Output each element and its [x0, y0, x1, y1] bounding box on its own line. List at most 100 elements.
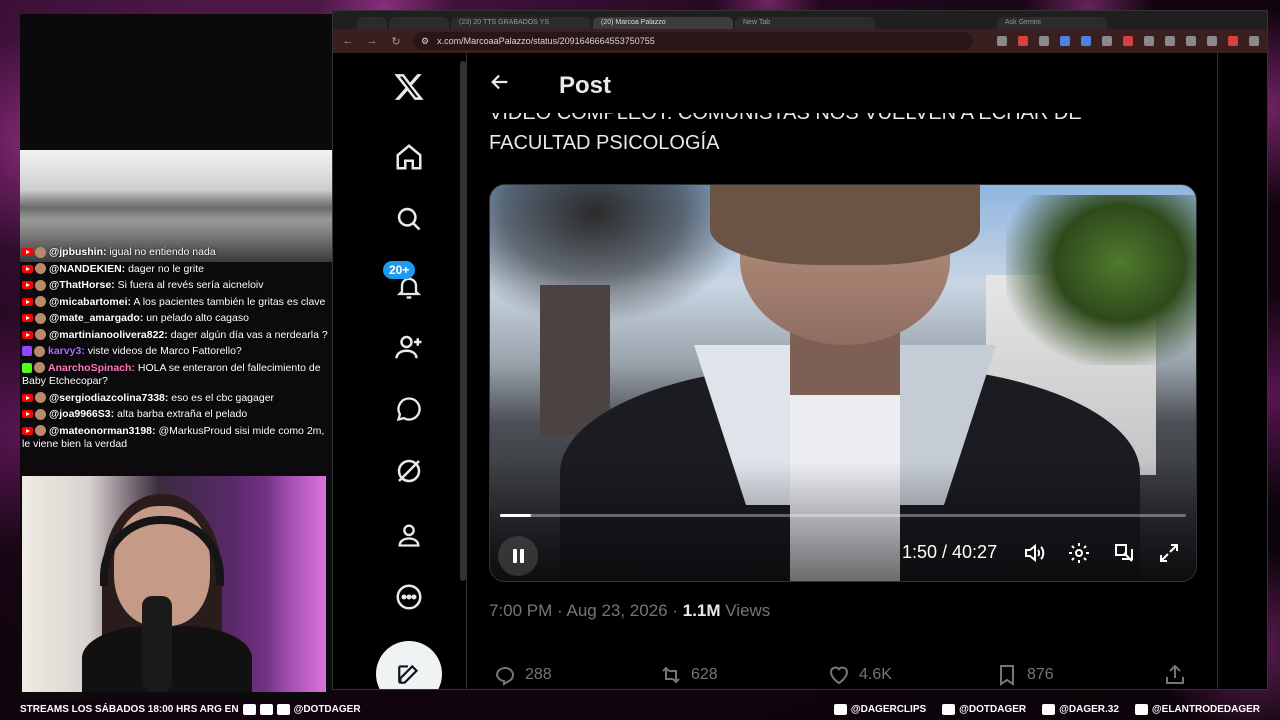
chat-username: @jpbushin: [49, 246, 107, 258]
chat-text: Si fuera al revés sería aicneloiv [114, 279, 264, 291]
youtube-badge-icon [22, 330, 33, 339]
repost-count: 628 [691, 666, 718, 683]
twitch-badge-icon [22, 346, 32, 357]
chat-avatar [35, 263, 46, 275]
chat-message: @NANDEKIEN: dager no le grite [22, 263, 328, 277]
more-options-icon[interactable] [391, 579, 427, 615]
pause-button[interactable] [498, 536, 538, 576]
kick-badge-icon [22, 362, 32, 373]
profile-person-icon[interactable] [391, 517, 427, 553]
youtube-badge-icon [22, 264, 33, 273]
kick-icon [259, 703, 273, 715]
chat-avatar [35, 425, 46, 437]
browser-tab[interactable]: New Tab [735, 17, 875, 29]
webcam-feed [22, 476, 326, 692]
handle-text: @DAGERCLIPS [850, 703, 927, 715]
chat-avatar [35, 279, 46, 291]
video-frame-element [540, 285, 610, 435]
media-icon[interactable] [1186, 36, 1196, 46]
chat-message: @micabartomei: A los pacientes también l… [22, 296, 328, 310]
chat-message: @mateonorman3198: @MarkusProud sisi mide… [22, 425, 328, 452]
notification-count-badge: 20+ [383, 261, 416, 279]
reply-button[interactable]: 288 [493, 663, 552, 687]
video-progress-fill [500, 514, 531, 517]
back-icon[interactable]: ← [341, 35, 355, 47]
cast-icon[interactable] [1018, 36, 1028, 46]
share-button[interactable] [1163, 663, 1187, 687]
chat-message: @sergiodiazcolina7338: eso es el cbc gag… [22, 392, 328, 406]
post-text: VIDEO COMPLEOT: COMUNISTAS NOS VUELVEN A… [489, 113, 1109, 158]
extensions-puzzle-icon[interactable] [1144, 36, 1154, 46]
grok-chat-icon[interactable] [391, 391, 427, 427]
home-icon[interactable] [391, 139, 427, 175]
chat-avatar [35, 408, 46, 420]
chat-message: AnarchoSpinach: HOLA se enteraron del fa… [22, 362, 328, 389]
chat-avatar [35, 392, 46, 404]
video-frame-element [1006, 195, 1196, 365]
tab-strip: (23) 20 TTS GRABADOS YS (20) Marcoa Pala… [333, 11, 1267, 29]
pause-icon [512, 549, 517, 563]
volume-icon[interactable] [1022, 541, 1046, 565]
browser-tab[interactable] [389, 17, 449, 29]
reply-count: 288 [525, 666, 552, 683]
extension-icon[interactable] [1081, 36, 1091, 46]
chat-avatar [35, 246, 46, 258]
handle-text: @DOTDAGER [293, 703, 361, 715]
explore-search-icon[interactable] [391, 201, 427, 237]
chat-avatar [34, 345, 45, 357]
browser-tab[interactable]: Ask Gemini [997, 17, 1107, 29]
menu-icon[interactable] [1249, 36, 1259, 46]
picture-in-picture-icon[interactable] [1112, 541, 1136, 565]
compose-post-button[interactable] [376, 641, 442, 689]
browser-tab-active[interactable]: (20) Marcoa Palazzo [593, 17, 733, 29]
url-text: x.com/MarcoaaPalazzo/status/209164666455… [437, 36, 655, 46]
grok-slash-icon[interactable] [391, 453, 427, 489]
video-frame-element [710, 185, 980, 265]
address-bar: ← → ↻ ⚙ x.com/MarcoaaPalazzo/status/2091… [333, 29, 1267, 53]
follow-add-person-icon[interactable] [391, 329, 427, 365]
chat-text: alta barba extraña el pelado [114, 408, 248, 420]
fullscreen-icon[interactable] [1157, 541, 1181, 565]
browser-tab[interactable] [357, 17, 387, 29]
download-icon[interactable] [1207, 36, 1217, 46]
heart-icon [829, 666, 849, 685]
repost-button[interactable]: 628 [659, 663, 718, 687]
chat-username: @sergiodiazcolina7338: [49, 391, 169, 404]
extension-icon[interactable] [1102, 36, 1112, 46]
forward-icon[interactable]: → [365, 35, 379, 47]
handle-text: @DOTDAGER [959, 703, 1027, 715]
bookmark-icon [1000, 665, 1014, 686]
profile-icon[interactable] [1228, 36, 1238, 46]
chat-avatar [35, 296, 46, 308]
chat-username: @mate_amargado: [49, 312, 144, 324]
url-field[interactable]: ⚙ x.com/MarcoaaPalazzo/status/2091646664… [413, 32, 973, 50]
x-logo-icon[interactable] [391, 69, 427, 105]
extension-icon[interactable] [1060, 36, 1070, 46]
sidebar-icon[interactable] [1165, 36, 1175, 46]
youtube-badge-icon [22, 426, 33, 435]
browser-window: (23) 20 TTS GRABADOS YS (20) Marcoa Pala… [332, 10, 1268, 690]
back-arrow-icon[interactable] [489, 71, 511, 100]
bookmark-button[interactable]: 876 [995, 663, 1054, 687]
repost-icon [662, 666, 680, 684]
bookmark-star-icon[interactable] [1039, 36, 1049, 46]
handle-text: @ELANTRODEDAGER [1151, 703, 1260, 715]
stream-bottom-bar: STREAMS LOS SÁBADOS 18:00 HRS ARG EN @DO… [0, 698, 1280, 720]
post-datetime[interactable]: 7:00 PM · Aug 23, 2026 · [489, 601, 683, 620]
youtube-icon [242, 703, 256, 715]
reload-icon[interactable]: ↻ [389, 35, 403, 48]
like-button[interactable]: 4.6K [827, 663, 892, 687]
zoom-icon[interactable] [997, 36, 1007, 46]
page-title: Post [559, 71, 612, 99]
settings-gear-icon[interactable] [1067, 541, 1091, 565]
post-text-line: FACULTAD PSICOLOGÍA [489, 132, 720, 154]
extension-icon[interactable] [1123, 36, 1133, 46]
site-info-icon[interactable]: ⚙ [421, 36, 429, 47]
x-post-page: 20+ Post VIDEO COMPLEOT: COMUNISTAS NOS … [333, 53, 1267, 689]
chat-username: @ThatHorse: [49, 279, 115, 291]
video-player[interactable]: 1:50 / 40:27 [489, 184, 1197, 582]
chat-username: @NANDEKIEN: [49, 262, 126, 275]
chat-username: @mateonorman3198: [49, 424, 156, 437]
browser-tab[interactable]: (23) 20 TTS GRABADOS YS [451, 17, 591, 29]
video-progress-bar[interactable] [500, 514, 1186, 517]
